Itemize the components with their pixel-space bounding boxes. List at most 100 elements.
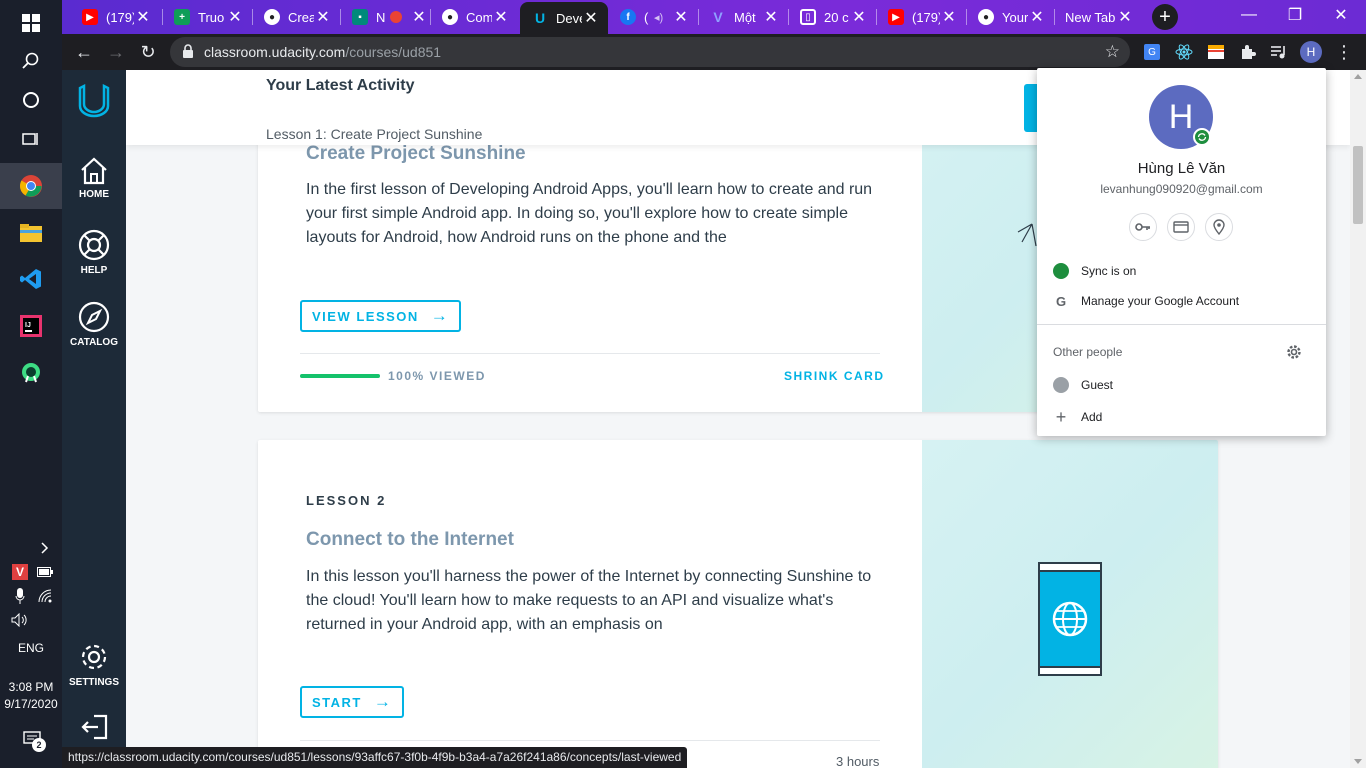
- tab-20[interactable]: ▯ 20 c ✕: [788, 4, 876, 30]
- battery-icon[interactable]: [37, 566, 53, 578]
- start-lesson-button[interactable]: START →: [300, 686, 405, 718]
- tab-new-tab[interactable]: New Tab ✕: [1054, 4, 1142, 30]
- sync-badge-icon: [1193, 128, 1211, 146]
- bookmark-star-icon[interactable]: ☆: [1105, 42, 1120, 62]
- tab-udacity-active[interactable]: U Deve✕: [520, 2, 608, 34]
- manage-google-account-row[interactable]: G Manage your Google Account: [1037, 286, 1326, 316]
- reload-button[interactable]: ↻: [134, 38, 162, 66]
- tab-github-3[interactable]: ● Your ✕: [966, 4, 1054, 30]
- arrow-left-icon: ←: [75, 41, 93, 62]
- scroll-thumb[interactable]: [1353, 146, 1363, 224]
- queue-music-icon: [1271, 46, 1285, 59]
- tab-meet[interactable]: ▪ N ✕: [340, 4, 430, 30]
- close-tab-icon[interactable]: ✕: [582, 8, 600, 28]
- nav-settings[interactable]: SETTINGS: [62, 641, 126, 688]
- guest-label: Guest: [1081, 378, 1114, 392]
- vscode-button[interactable]: [0, 256, 62, 302]
- close-tab-icon[interactable]: ✕: [314, 7, 332, 27]
- wifi-icon[interactable]: [37, 588, 53, 604]
- credit-card-icon: [1173, 221, 1189, 233]
- start-label: START: [312, 694, 362, 710]
- plus-icon: +: [1055, 406, 1067, 427]
- phone-globe-icon: [1038, 562, 1102, 676]
- udacity-logo[interactable]: [62, 84, 126, 122]
- nav-catalog[interactable]: CATALOG: [62, 301, 126, 348]
- new-tab-button[interactable]: +: [1152, 4, 1178, 30]
- microphone-icon[interactable]: [13, 588, 27, 604]
- passwords-button[interactable]: [1129, 213, 1157, 241]
- add-profile-row[interactable]: + Add: [1037, 402, 1326, 432]
- calendar-icon: [1208, 45, 1224, 59]
- close-tab-icon[interactable]: ✕: [1028, 7, 1046, 27]
- chrome-taskbar-button[interactable]: [0, 163, 62, 209]
- scroll-up-arrow-icon[interactable]: [1354, 74, 1362, 79]
- close-tab-icon[interactable]: ✕: [134, 7, 152, 27]
- vivaldi-tray-icon[interactable]: V: [12, 564, 28, 580]
- nav-settings-label: SETTINGS: [68, 677, 119, 688]
- minimize-button[interactable]: —: [1226, 0, 1272, 30]
- manage-people-button[interactable]: [1286, 344, 1302, 365]
- nav-logout[interactable]: [62, 714, 126, 744]
- sync-status-row[interactable]: Sync is on: [1037, 256, 1326, 286]
- media-controls-button[interactable]: [1269, 42, 1289, 62]
- calendar-extension-button[interactable]: [1206, 42, 1226, 62]
- close-tab-icon[interactable]: ✕: [492, 7, 510, 27]
- close-tab-icon[interactable]: ✕: [1116, 7, 1134, 27]
- clock[interactable]: 3:08 PM 9/17/2020: [0, 679, 62, 713]
- home-icon: [81, 157, 107, 185]
- close-tab-icon[interactable]: ✕: [672, 7, 690, 27]
- lock-icon[interactable]: [182, 44, 194, 59]
- recording-icon: [390, 11, 402, 23]
- lesson-2-duration: 3 hours: [836, 754, 880, 768]
- file-explorer-button[interactable]: [0, 210, 62, 256]
- input-language[interactable]: ENG: [0, 641, 62, 655]
- close-window-button[interactable]: ✕: [1318, 0, 1364, 30]
- forward-button[interactable]: →: [102, 38, 130, 66]
- volume-icon[interactable]: [10, 612, 30, 628]
- back-button[interactable]: ←: [70, 38, 98, 66]
- tab-facebook[interactable]: f ( ◂) ✕: [608, 4, 698, 30]
- cortana-icon: [23, 92, 39, 108]
- close-tab-icon[interactable]: ✕: [226, 7, 244, 27]
- close-tab-icon[interactable]: ✕: [410, 7, 428, 27]
- tab-github-1[interactable]: ● Crea ✕: [252, 4, 340, 30]
- page-scrollbar[interactable]: [1350, 70, 1366, 768]
- restore-button[interactable]: ❐: [1272, 0, 1318, 30]
- nav-home[interactable]: HOME: [62, 157, 126, 200]
- close-tab-icon[interactable]: ✕: [940, 7, 958, 27]
- tab-youtube-2[interactable]: ▶ (179) ✕: [876, 4, 966, 30]
- nav-help[interactable]: HELP: [62, 229, 126, 276]
- tab-mot[interactable]: V Một ✕: [698, 4, 788, 30]
- close-tab-icon[interactable]: ✕: [762, 7, 780, 27]
- translate-extension-button[interactable]: G: [1142, 42, 1162, 62]
- audio-icon: ◂): [654, 11, 664, 24]
- intellij-button[interactable]: IJ: [0, 303, 62, 349]
- udacity-logo-icon: [78, 84, 110, 118]
- chrome-menu-button[interactable]: ⋮: [1330, 38, 1358, 66]
- vscode-icon: [20, 269, 41, 289]
- payment-methods-button[interactable]: [1167, 213, 1195, 241]
- task-view-button[interactable]: [0, 116, 62, 162]
- profile-avatar-button[interactable]: H: [1300, 41, 1322, 63]
- react-devtools-button[interactable]: [1174, 42, 1194, 62]
- close-tab-icon[interactable]: ✕: [850, 7, 868, 27]
- tab-youtube-1[interactable]: ▶ (179) ✕: [70, 4, 160, 30]
- show-hidden-icons-button[interactable]: [37, 541, 53, 555]
- browser-tab-strip: ▶ (179) ✕ + Truo ✕ ● Crea ✕ ▪ N ✕ ● Com ✕ U …: [62, 0, 1366, 34]
- view-lesson-button[interactable]: VIEW LESSON →: [300, 300, 462, 332]
- scroll-down-arrow-icon[interactable]: [1354, 759, 1362, 764]
- tab-sheets[interactable]: + Truo ✕: [162, 4, 252, 30]
- addresses-button[interactable]: [1205, 213, 1233, 241]
- profile-email: levanhung090920@gmail.com: [1100, 182, 1263, 196]
- action-center-button[interactable]: 2: [20, 728, 46, 752]
- tab-github-2[interactable]: ● Com ✕: [430, 4, 518, 30]
- guest-profile-row[interactable]: Guest: [1037, 370, 1326, 400]
- extensions-button[interactable]: [1238, 42, 1258, 62]
- shrink-card-link[interactable]: SHRINK CARD: [784, 369, 885, 383]
- card-divider: [300, 740, 880, 741]
- meet-icon: ▪: [352, 9, 368, 25]
- svg-text:IJ: IJ: [25, 322, 31, 329]
- clock-time: 3:08 PM: [8, 680, 54, 694]
- android-studio-button[interactable]: [0, 350, 62, 396]
- address-bar[interactable]: classroom.udacity.com/courses/ud851 ☆: [170, 37, 1130, 67]
